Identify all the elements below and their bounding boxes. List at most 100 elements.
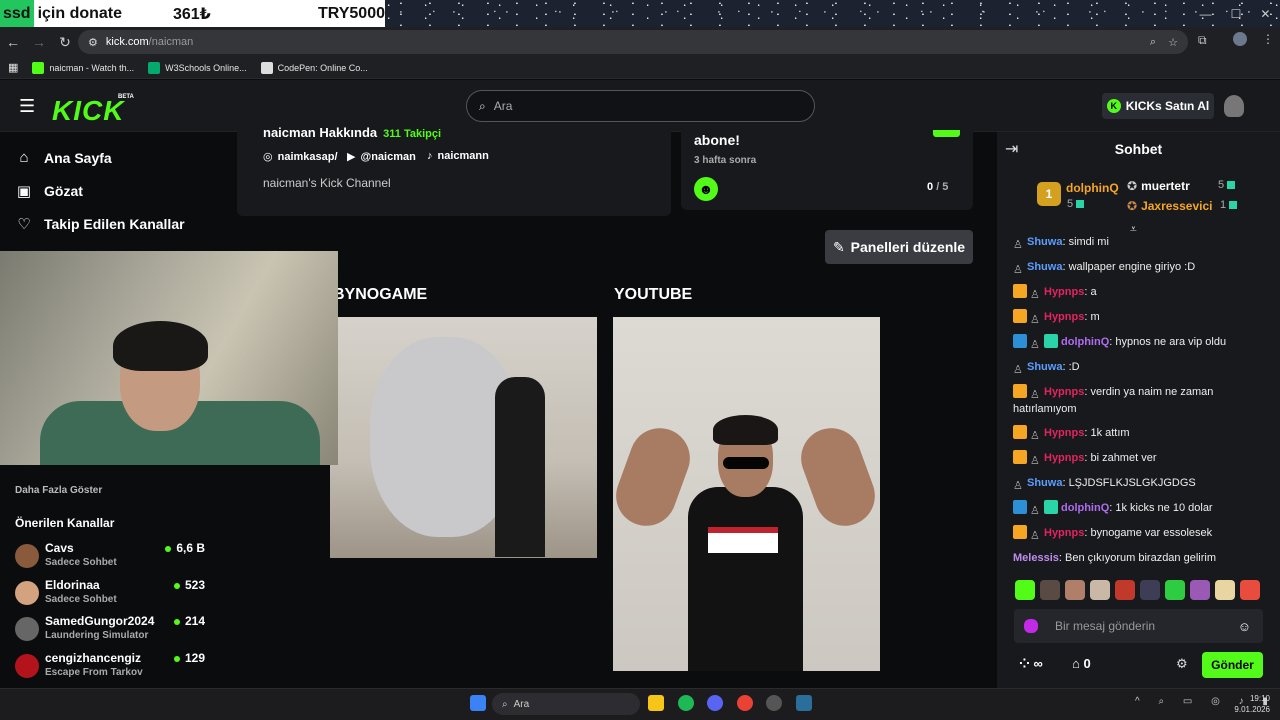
emote-icon[interactable] [1165,580,1185,600]
avatar [15,544,39,568]
bookmark-item[interactable]: CodePen: Online Co... [260,61,368,74]
edit-panels-button[interactable]: ✎ Panelleri düzenle [825,230,973,264]
chat-username[interactable]: dolphinQ [1061,502,1109,514]
user-badge-icon: ♙ [1030,455,1040,467]
gift-icon [1227,181,1236,190]
taskbar-search[interactable]: ⌕ Ara [492,693,640,715]
shirt-logo [708,527,778,553]
chat-username[interactable]: Hypnps [1044,386,1084,398]
reload-icon[interactable]: ↻ [52,34,78,51]
chat-username[interactable]: dolphinQ [1061,336,1109,348]
store-button[interactable]: ⌂ 0 [1072,656,1091,671]
chat-message: ♙ Hypnps: verdin ya naim ne zaman hatırla… [1013,384,1258,418]
recommended-channel[interactable]: Eldorinaa Sadece Sohbet 523 [15,578,205,610]
show-more-link[interactable]: Daha Fazla Göster [15,485,102,496]
menu-icon[interactable]: ⋮ [1262,32,1274,46]
channel-category: Sadece Sohbet [45,557,117,568]
emote-icon[interactable] [1190,580,1210,600]
url-bar[interactable]: ⚙ kick.com/naicman ⌕ ☆ [78,30,1188,54]
emote-bar [1015,580,1265,600]
sidebar-item-browse[interactable]: ▣ Gözat [16,182,83,200]
user-badge-icon: ♙ [1013,364,1023,376]
file-explorer-icon[interactable] [648,695,664,711]
zoom-icon[interactable]: ⌕ [1150,36,1156,49]
chrome-icon[interactable] [737,695,753,711]
chat-message: ♙ dolphinQ: 1k kicks ne 10 dolar [1013,500,1258,517]
obs-icon[interactable] [766,695,782,711]
emote-icon[interactable] [1090,580,1110,600]
chat-username[interactable]: Shuwa [1027,261,1062,273]
search-input[interactable]: ⌕ Ara [466,90,815,122]
chat-username[interactable]: Shuwa [1027,236,1062,248]
sidebar-item-home[interactable]: ⌂ Ana Sayfa [16,149,111,166]
donate-tag: ssd [0,0,34,27]
chat-username[interactable]: Shuwa [1027,361,1062,373]
avatar [15,581,39,605]
chat-username[interactable]: Shuwa [1027,477,1062,489]
emoji-picker-icon[interactable]: ☺ [1238,619,1251,634]
recommended-channel[interactable]: SamedGungor2024 Laundering Simulator 214 [15,614,205,646]
chat-settings-icon[interactable]: ⚙ [1176,656,1188,672]
back-icon[interactable]: ← [0,34,26,50]
chat-username[interactable]: Hypnps [1044,427,1084,439]
chat-username[interactable]: Melessis [1013,552,1059,564]
youtube-panel-image[interactable] [613,317,880,671]
rank-badge: 1 [1037,182,1061,206]
social-tiktok[interactable]: ♪ naicmann [427,150,489,162]
microphone-icon[interactable] [1024,619,1038,633]
spotify-icon[interactable] [678,695,694,711]
emote-icon[interactable] [1240,580,1260,600]
hamburger-menu-icon[interactable]: ☰ [19,96,35,117]
chat-message-input[interactable]: Bir mesaj gönderin ☺ [1014,609,1263,643]
channel-name: cengizhancengiz [45,651,142,665]
clock[interactable]: 19:10 9.01.2026 [1228,693,1270,715]
leader-name[interactable]: ✪ muertetr [1127,179,1190,193]
site-info-icon[interactable]: ⚙ [88,36,98,49]
user-badge-icon: ♙ [1030,430,1040,442]
send-button[interactable]: Gönder [1202,652,1263,678]
bookmark-item[interactable]: naicman - Watch th... [32,61,134,74]
start-icon[interactable] [470,695,486,711]
close-icon[interactable]: ✕ [1260,7,1270,21]
app-icon[interactable] [796,695,812,711]
chat-username[interactable]: Hypnps [1044,527,1084,539]
buy-kicks-button[interactable]: K KICKs Satın Al [1102,93,1214,119]
person-shape [495,377,545,557]
bookmark-item[interactable]: W3Schools Online... [148,61,247,74]
channel-points[interactable]: ⁘ ∞ [1019,656,1043,672]
forward-icon[interactable]: → [26,34,52,50]
window-controls[interactable]: — ☐ ✕ [1190,0,1280,27]
kick-logo[interactable]: KICK [52,95,124,127]
subscriber-gift-icon [1044,500,1058,514]
sidebar-item-following[interactable]: ♡ Takip Edilen Kanallar [16,215,184,233]
leader-name[interactable]: dolphinQ [1066,181,1119,195]
emote-icon[interactable] [1215,580,1235,600]
chat-username[interactable]: Hypnps [1044,311,1084,323]
profile-avatar[interactable] [1233,32,1247,46]
silver-medal-icon: ✪ [1127,179,1138,193]
emote-icon[interactable] [1115,580,1135,600]
leader-name[interactable]: ✪ Jaxressevici [1127,199,1212,213]
social-instagram[interactable]: ◎ naimkasap/ [263,150,338,164]
user-avatar[interactable] [1224,95,1244,117]
emote-icon[interactable] [1065,580,1085,600]
emote-icon[interactable] [1015,580,1035,600]
social-youtube[interactable]: ▶ @naicman [347,150,416,164]
chat-username[interactable]: Hypnps [1044,452,1084,464]
emote-icon[interactable] [1040,580,1060,600]
extensions-icon[interactable]: ⧉ [1198,33,1207,48]
bynogame-panel-image[interactable] [330,317,597,558]
minimize-icon[interactable]: — [1200,7,1212,21]
bookmark-star-icon[interactable]: ☆ [1168,36,1178,49]
apps-grid-icon[interactable]: ▦ [8,61,18,74]
collapse-chat-icon[interactable]: ⇥ [1005,139,1018,159]
recommended-channel[interactable]: cengizhancengiz Escape From Tarkov 129 [15,651,205,683]
chat-username[interactable]: Hypnps [1044,286,1084,298]
recommended-channel[interactable]: Cavs Sadece Sohbet 6,6 B [15,541,205,573]
emote-icon[interactable] [1140,580,1160,600]
chat-message: ♙ Hypnps: 1k attım [1013,425,1258,442]
maximize-icon[interactable]: ☐ [1231,7,1242,21]
avatar [15,617,39,641]
discord-icon[interactable] [707,695,723,711]
bookmark-label: CodePen: Online Co... [277,62,368,73]
